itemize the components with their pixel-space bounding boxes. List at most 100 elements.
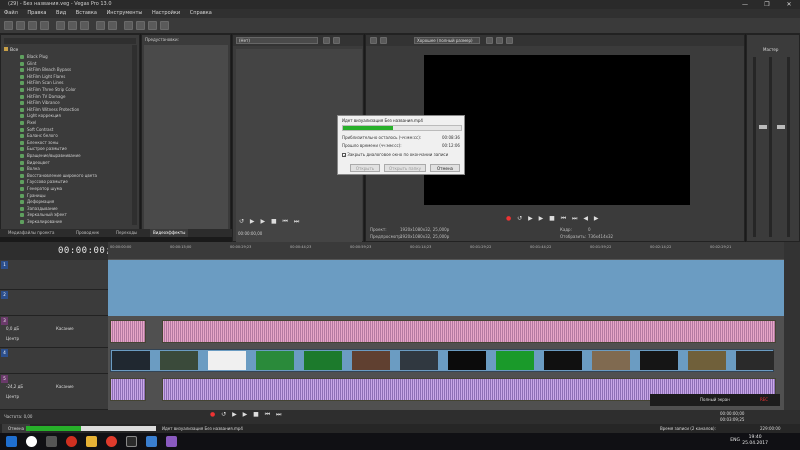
fx-tree-item[interactable]: Зеркалирование — [19, 219, 62, 225]
fx-tree-item[interactable]: Восстановление широкого цвета — [19, 173, 97, 179]
track-header-2[interactable]: 2 — [0, 290, 108, 316]
tab-explorer[interactable]: Проводник — [76, 229, 99, 237]
audio-lane-3[interactable] — [108, 316, 784, 348]
redo-icon[interactable] — [108, 21, 117, 30]
timeline-tracks[interactable] — [108, 260, 784, 410]
cancel-button[interactable]: Отмена — [430, 164, 460, 172]
track-header-4[interactable]: 4 — [0, 348, 108, 374]
menu-tools[interactable]: Инструменты — [103, 9, 147, 18]
language-indicator[interactable]: ENG — [730, 438, 740, 443]
preview-properties-icon[interactable] — [370, 37, 377, 44]
tab-project-media[interactable]: Медиафайлы проекта — [8, 229, 54, 237]
opera-icon[interactable] — [66, 436, 77, 447]
menu-help[interactable]: Справка — [186, 9, 216, 18]
menu-insert[interactable]: Вставка — [72, 9, 101, 18]
master-fader-right[interactable] — [777, 125, 785, 129]
start-icon[interactable] — [6, 436, 17, 447]
trimmer-source-select[interactable]: (Нет) — [236, 37, 318, 44]
fx-scrollbar[interactable] — [132, 45, 137, 225]
close-on-finish-checkbox[interactable]: ✓ Закрыть диалоговое окно по окончании з… — [342, 152, 448, 158]
fx-tree-item[interactable]: Видеоцвет — [20, 160, 50, 166]
copy-snapshot-icon[interactable] — [496, 37, 503, 44]
timeline-ruler[interactable]: 00:00:00:00 00:00:15;00 00:00:29;23 00:00:4… — [108, 242, 784, 260]
fx-tree-item[interactable]: HitFilm Vibrance — [20, 100, 60, 106]
main-transport[interactable]: ● ↺ ▶ ▶ ■ ⏮ ⏭ — [210, 411, 283, 419]
fx-tree-item[interactable]: Black Plug — [20, 54, 48, 60]
fx-tree-item[interactable]: Бленкост зоны — [19, 140, 58, 146]
fx-tree-item[interactable]: Light коррекция — [20, 113, 61, 119]
record-icon[interactable]: ● — [210, 411, 217, 418]
app-icon[interactable] — [166, 436, 177, 447]
open-button[interactable]: Открыть — [350, 164, 380, 172]
envelope-tool-icon[interactable] — [136, 21, 145, 30]
selection-tool-icon[interactable] — [148, 21, 157, 30]
overlays-icon[interactable] — [486, 37, 493, 44]
track-pan[interactable]: Центр — [6, 336, 19, 341]
fx-tree-item[interactable]: Быстрое размытие — [20, 146, 67, 152]
fx-tree-item[interactable]: HitFilm Light Flares — [19, 74, 65, 80]
maximize-button[interactable]: ❐ — [756, 0, 778, 9]
checkbox-icon[interactable]: ✓ — [342, 153, 346, 158]
menu-options[interactable]: Настройки — [148, 9, 184, 18]
fullscreen-label[interactable]: Полный экран — [700, 397, 730, 402]
track-mode[interactable]: Касание — [56, 326, 74, 331]
presets-list[interactable] — [144, 45, 228, 229]
audio-clip[interactable] — [110, 320, 146, 343]
explorer-icon[interactable] — [86, 436, 97, 447]
fx-tree-item[interactable]: Вращение/выравнивание — [20, 153, 81, 159]
trimmer-transport[interactable]: ↺ ▶ ▶ ■ ⏮ ⏭ — [239, 218, 301, 226]
vegas-icon[interactable] — [146, 436, 157, 447]
search-icon[interactable] — [26, 436, 37, 447]
zoom-tool-icon[interactable] — [160, 21, 169, 30]
preview-transport[interactable]: ● ↺ ▶ ▶ ■ ⏮ ⏭ ◀ ▶ — [506, 215, 600, 223]
fx-tree-item[interactable]: HitFilm TV Damage — [19, 94, 65, 100]
audio-clip[interactable] — [110, 378, 146, 401]
save-snapshot-icon[interactable] — [506, 37, 513, 44]
video-lane-2[interactable] — [108, 290, 784, 316]
master-fader-left[interactable] — [759, 125, 767, 129]
paste-icon[interactable] — [80, 21, 89, 30]
record-icon[interactable]: ● — [506, 215, 513, 222]
track-header-5[interactable]: 5 -24,2 дБ Касание Центр — [0, 374, 108, 410]
trimmer-clear-icon[interactable] — [333, 37, 340, 44]
preview-quality-select[interactable]: Хорошее (полный размер) — [414, 37, 480, 44]
fx-tree-item[interactable]: Границы — [20, 193, 46, 199]
fx-tree-item[interactable]: HitFilm Witness Protection — [19, 107, 79, 113]
fx-tree-item[interactable]: HitFilm Three Strip Color — [20, 87, 76, 93]
fx-tree-item[interactable]: HitFilm Scan Lines — [20, 80, 64, 86]
menu-view[interactable]: Вид — [52, 9, 70, 18]
track-volume[interactable]: 0,0 дБ — [6, 326, 19, 331]
menu-file[interactable]: Файл — [0, 9, 22, 18]
copy-icon[interactable] — [68, 21, 77, 30]
open-icon[interactable] — [16, 21, 25, 30]
close-button[interactable]: ✕ — [778, 0, 800, 9]
normal-edit-tool-icon[interactable] — [124, 21, 133, 30]
tab-transitions[interactable]: Переходы — [116, 229, 137, 237]
fx-tree-item[interactable]: Деформация — [19, 199, 54, 205]
new-icon[interactable] — [4, 21, 13, 30]
open-folder-button[interactable]: Открыть папку — [384, 164, 426, 172]
fx-tree-item[interactable]: Баланс белого — [20, 133, 58, 139]
menu-edit[interactable]: Правка — [23, 9, 50, 18]
track-mode[interactable]: Касание — [56, 384, 74, 389]
video-lane-4[interactable] — [108, 348, 784, 374]
rec-label[interactable]: REC — [760, 397, 768, 402]
fx-tree-item[interactable]: Pixel — [19, 120, 36, 126]
track-header-1[interactable]: 1 — [0, 260, 108, 290]
fx-tree-item[interactable]: Soft Contrast — [19, 127, 53, 133]
task-view-icon[interactable] — [46, 436, 57, 447]
trimmer-open-icon[interactable] — [323, 37, 330, 44]
properties-icon[interactable] — [40, 21, 49, 30]
minimize-button[interactable]: — — [734, 0, 756, 9]
fx-tree-item[interactable]: Гауссово размытие — [20, 179, 68, 185]
track-pan[interactable]: Центр — [6, 394, 19, 399]
preview-device-icon[interactable] — [380, 37, 387, 44]
track-volume[interactable]: -24,2 дБ — [6, 384, 23, 389]
track-header-3[interactable]: 3 0,0 дБ Касание Центр — [0, 316, 108, 348]
steam-icon[interactable] — [126, 436, 137, 447]
fx-tree-item[interactable]: Генератор шума — [19, 186, 62, 192]
yandex-icon[interactable] — [106, 436, 117, 447]
fx-tree-root[interactable]: Все — [4, 47, 18, 53]
fx-tree-item[interactable]: Запаздывание — [20, 206, 58, 212]
timeline-vertical-scrollbar[interactable] — [784, 242, 800, 410]
